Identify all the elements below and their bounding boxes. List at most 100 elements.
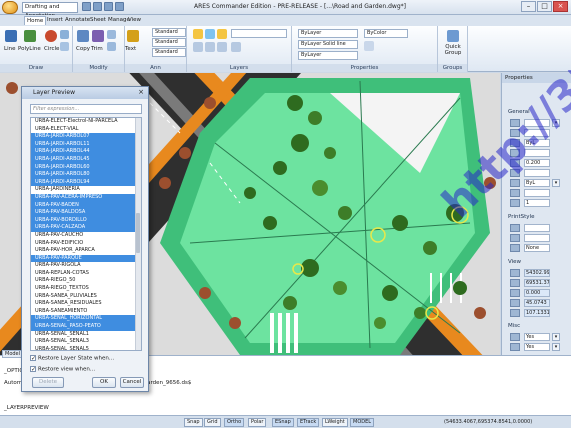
dialog-close-icon[interactable]: ×	[136, 88, 146, 97]
layer-row[interactable]: URBA-ELECT-Electrol-NI-PARCELA	[31, 118, 141, 126]
layer-freeze-icon[interactable]	[205, 29, 215, 39]
layer-row[interactable]: URBA-SANEA_RESIDUALES	[31, 300, 141, 308]
layer-row[interactable]: URBA-JARDI-ARBOL07	[31, 133, 141, 141]
polyline-icon[interactable]	[24, 30, 36, 42]
view-row-4[interactable]: 45.0743	[524, 299, 550, 307]
general-button-7[interactable]: ▾	[552, 179, 560, 187]
general-row-6[interactable]	[524, 169, 550, 177]
tab-sheet[interactable]: Sheet	[88, 16, 108, 24]
color-combo[interactable]: ByLayer	[298, 29, 358, 38]
maximize-icon[interactable]: □	[537, 1, 552, 12]
ortho-toggle[interactable]: Ortho	[224, 418, 245, 427]
new-icon[interactable]	[82, 2, 91, 11]
checkbox-box[interactable]: ✓	[30, 366, 36, 373]
layer-list-scrollbar[interactable]	[135, 118, 141, 350]
general-button-1[interactable]: ▾	[552, 119, 560, 127]
layer-row[interactable]: URBA-PAV-BALDOSA	[31, 209, 141, 217]
restore-view-checkbox[interactable]: ✓ Restore view when...	[30, 366, 95, 373]
general-row-4[interactable]	[524, 149, 550, 157]
print-style-combo[interactable]: ByColor	[364, 29, 408, 38]
rotate-icon[interactable]	[107, 42, 116, 51]
layer-state-icon[interactable]	[205, 42, 215, 52]
general-row-3[interactable]: ByL	[524, 139, 550, 147]
close-icon[interactable]: ×	[553, 1, 568, 12]
layer-isolate-icon[interactable]	[231, 42, 241, 52]
view-row-1[interactable]: 54302.998	[524, 269, 550, 277]
table-style-combo[interactable]: Standard	[152, 48, 186, 57]
lineweight-combo[interactable]: ByLayer	[298, 51, 358, 60]
layer-row[interactable]: URBA-RIEGO_TEXTOS	[31, 285, 141, 293]
general-row-1[interactable]	[524, 119, 550, 127]
layer-row[interactable]: URBA-PAV-ACERA-IMPRESO	[31, 193, 141, 202]
layer-row[interactable]: URBA-JARDINERIA	[31, 186, 141, 194]
match-properties-icon[interactable]	[364, 41, 374, 51]
model-tab[interactable]: Model	[2, 350, 24, 358]
trim-icon[interactable]	[92, 30, 104, 42]
print-row-2[interactable]	[524, 234, 550, 242]
cancel-button[interactable]: Cancel	[120, 377, 144, 388]
workspace-dropdown[interactable]: Drafting and Annotation	[22, 2, 78, 19]
ok-button[interactable]: OK	[92, 377, 116, 388]
layer-row[interactable]: URBA-SENAL_SENAL5	[31, 346, 141, 350]
general-row-2[interactable]	[524, 129, 550, 137]
model-toggle[interactable]: MODEL	[350, 418, 375, 427]
restore-layer-checkbox[interactable]: ✓ Restore Layer State when...	[30, 355, 114, 362]
layer-row[interactable]: URBA-SENAL_HORIZONTAL	[31, 315, 141, 324]
print-style-section[interactable]: PrintStyle	[508, 214, 534, 220]
dim-style-combo[interactable]: Standard	[152, 38, 186, 47]
filter-input[interactable]: Filter expression...	[30, 104, 142, 114]
snap-toggle[interactable]: Snap	[184, 418, 203, 427]
lweight-toggle[interactable]: LWeight	[322, 418, 348, 427]
layer-row[interactable]: URBA-JARDI-ARBOL60	[31, 163, 141, 172]
tab-insert[interactable]: Insert	[45, 16, 65, 24]
layer-row[interactable]: URBA-REPLAN-COTAS	[31, 270, 141, 278]
layer-row[interactable]: URBA-SENAL_PASO-PEATO	[31, 323, 141, 331]
layer-row[interactable]: URBA-RIEGO_50	[31, 277, 141, 285]
linestyle-combo[interactable]: ByLayer Solid line	[298, 40, 358, 49]
layer-on-icon[interactable]	[193, 29, 203, 39]
layer-row[interactable]: URBA-SANEAMIENTO	[31, 308, 141, 316]
layer-row[interactable]: URBA-PAV-BORDILLO	[31, 216, 141, 225]
layer-row[interactable]: URBA-JARDI-ARBOL44	[31, 148, 141, 156]
layer-preview-icon[interactable]	[217, 42, 227, 52]
circle-icon[interactable]	[45, 30, 57, 42]
layer-row[interactable]: URBA-SENAL_SENAL3	[31, 338, 141, 346]
layer-row[interactable]: URBA-PAV-BADEN	[31, 201, 141, 210]
view-section[interactable]: View	[508, 259, 521, 265]
polar-toggle[interactable]: Polar	[248, 418, 267, 427]
layer-row[interactable]: URBA-PAV-HOR_APARCA	[31, 247, 141, 255]
layer-list[interactable]: URBA-ELECT-Electrol-NI-PARCELA URBA-ELECT…	[30, 117, 142, 351]
undo-icon[interactable]	[115, 2, 124, 11]
layer-row[interactable]: URBA-PAV-EDIFICIO	[31, 240, 141, 248]
print-row-1[interactable]	[524, 224, 550, 232]
layer-row[interactable]: URBA-JARDI-ARBOL45	[31, 155, 141, 164]
general-row-9[interactable]: 1	[524, 199, 550, 207]
layer-lock-icon[interactable]	[217, 29, 227, 39]
grid-toggle[interactable]: Grid	[204, 418, 221, 427]
misc-button-2[interactable]: ▾	[552, 343, 560, 351]
misc-row-2[interactable]: Yes	[524, 343, 550, 351]
misc-button-1[interactable]: ▾	[552, 333, 560, 341]
layer-row[interactable]: URBA-SANEA_PLUVIALES	[31, 293, 141, 301]
tab-view[interactable]: View	[126, 16, 143, 24]
layer-row[interactable]: URBA-ELECT-VIAL	[31, 126, 141, 134]
quick-group-icon[interactable]	[447, 30, 459, 42]
app-menu-button[interactable]	[2, 1, 18, 14]
command-prompt[interactable]: _LAYERPREVIEW	[4, 405, 49, 411]
layer-row[interactable]: URBA-JARDI-ARBOL11	[31, 140, 141, 149]
general-row-8[interactable]	[524, 189, 550, 197]
layer-row[interactable]: URBA-SENAL_SENAL1	[31, 331, 141, 339]
text-icon[interactable]	[127, 30, 139, 42]
layer-manager-icon[interactable]	[193, 42, 203, 52]
view-row-5[interactable]: 107.1331	[524, 309, 550, 317]
save-icon[interactable]	[104, 2, 113, 11]
current-layer-combo[interactable]	[231, 29, 287, 38]
view-row-2[interactable]: 69531.379	[524, 279, 550, 287]
dialog-title-bar[interactable]: Layer Preview ×	[22, 87, 148, 99]
layer-row[interactable]: URBA-JARDI-ARBOL80	[31, 171, 141, 179]
misc-row-1[interactable]: Yes	[524, 333, 550, 341]
layer-row[interactable]: URBA-PAV-CAUCHO	[31, 232, 141, 240]
layer-row[interactable]: URBA-PAV-PARQUE	[31, 254, 141, 263]
layer-row[interactable]: URBA-JARDI-ARBOL94	[31, 178, 141, 187]
copy-icon[interactable]	[77, 30, 89, 42]
